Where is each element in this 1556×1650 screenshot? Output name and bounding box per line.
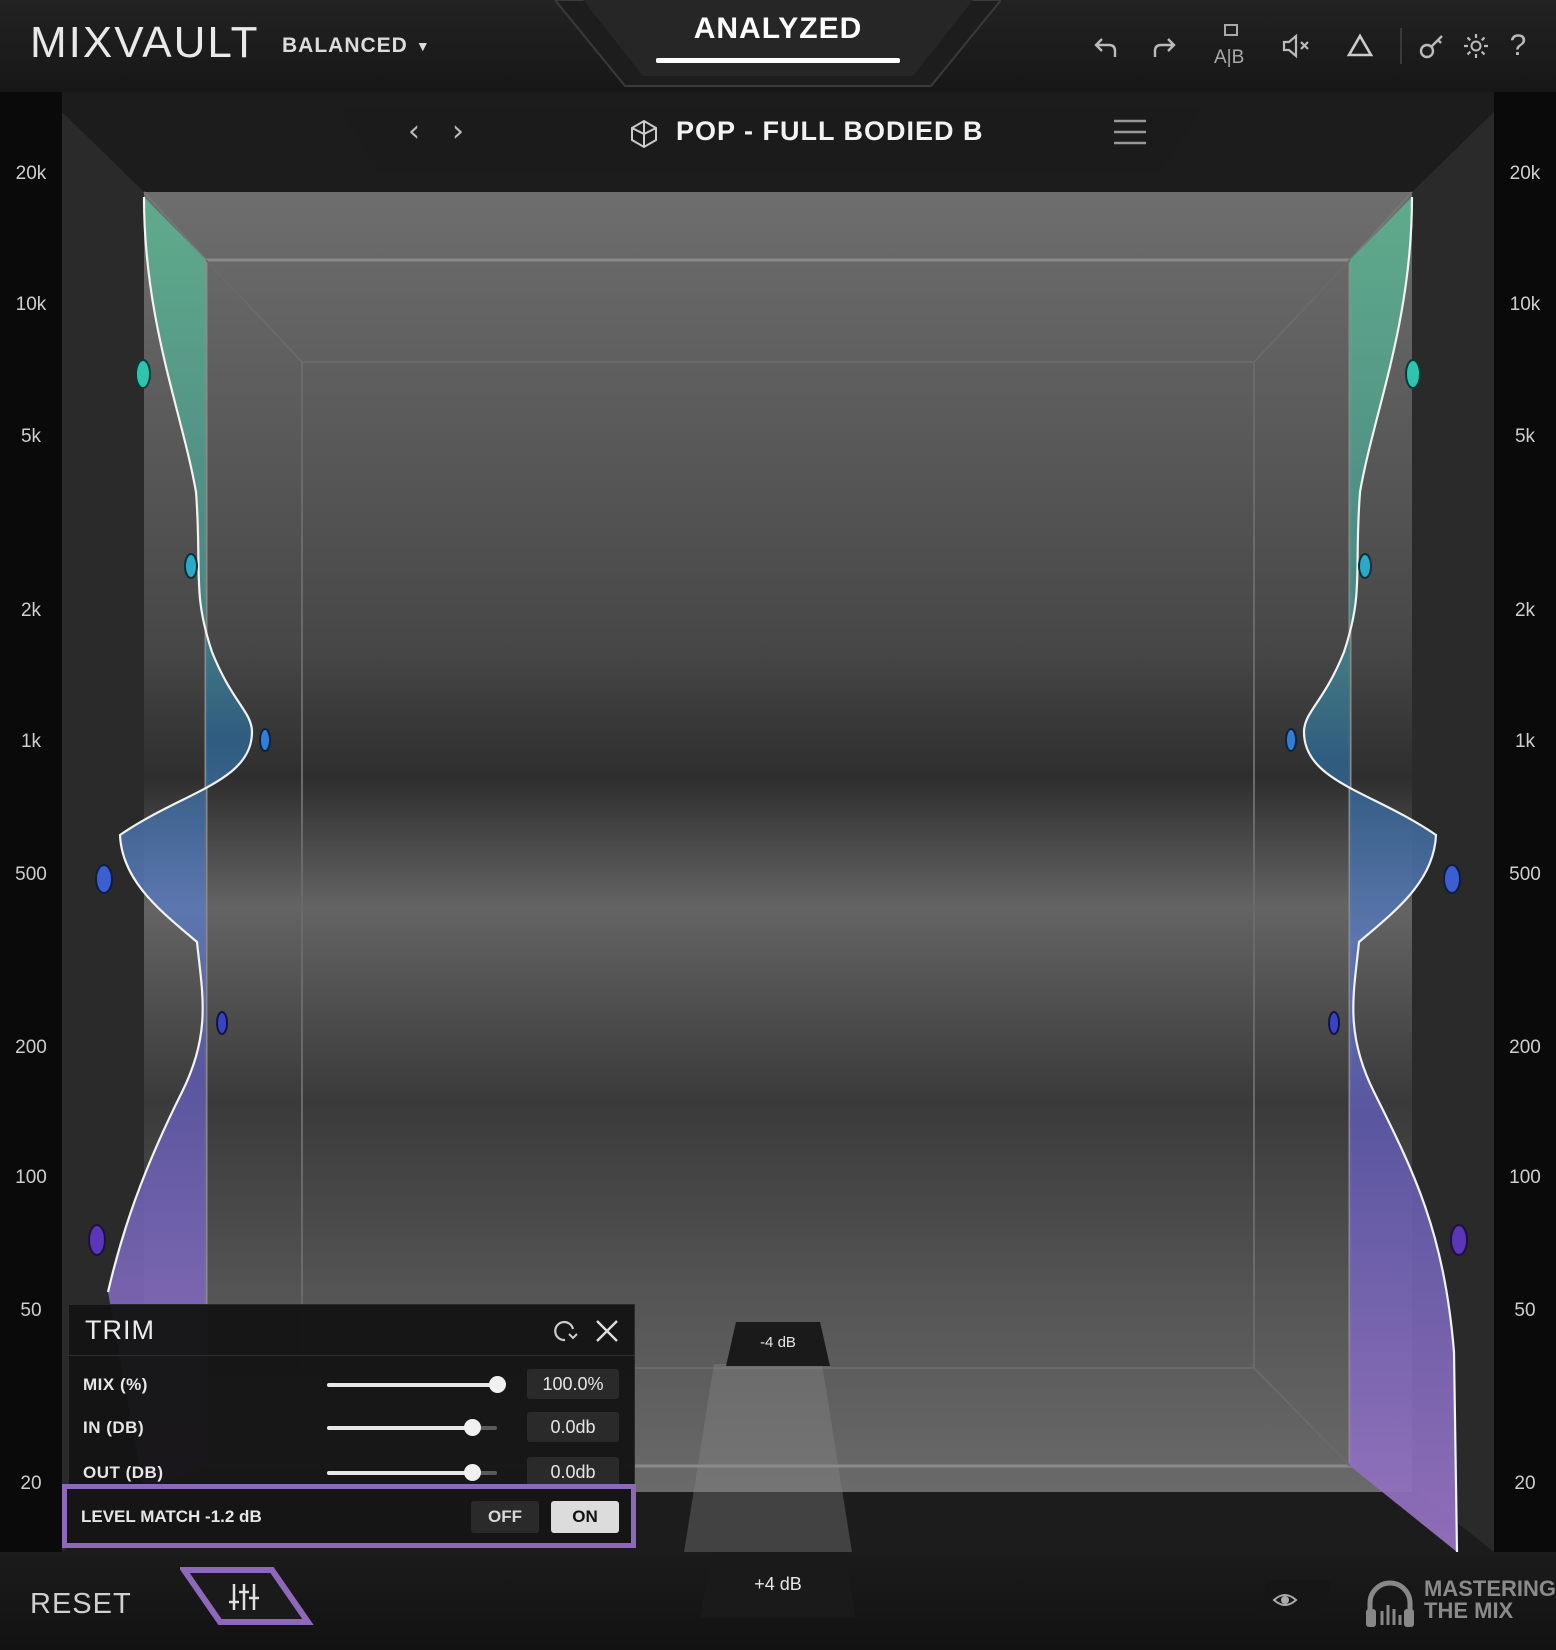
mute-icon[interactable]: [1276, 26, 1316, 66]
freq-tick: 500: [15, 864, 47, 885]
trim-toggle-button[interactable]: [180, 1566, 314, 1626]
brand-line-2: THE MIX: [1424, 1598, 1514, 1623]
freq-tick: 20k: [1509, 163, 1541, 184]
freq-tick: 20: [20, 1473, 42, 1494]
level-match-off-button[interactable]: OFF: [471, 1501, 539, 1533]
cube-icon: [628, 118, 660, 154]
freq-tick: 5k: [1514, 426, 1536, 447]
right-frequency-scale: 20k 10k 5k 2k 1k 500 200 100 50 20: [1494, 92, 1556, 1552]
sliders-icon: [229, 1584, 259, 1610]
status-tab-analyzed[interactable]: ANALYZED: [560, 12, 996, 46]
freq-tick: 1k: [20, 731, 42, 752]
mix-slider-thumb[interactable]: [489, 1376, 506, 1393]
out-label: OUT (DB): [83, 1463, 164, 1482]
trim-reset-icon[interactable]: [551, 1317, 579, 1349]
mix-value[interactable]: 100.0%: [527, 1369, 619, 1399]
freq-tick: 5k: [20, 426, 42, 447]
triangle-icon[interactable]: [1340, 26, 1380, 66]
out-value[interactable]: 0.0db: [527, 1457, 619, 1487]
freq-tick: 500: [1509, 864, 1541, 885]
preset-name[interactable]: POP - FULL BODIED B: [676, 116, 984, 147]
db-marker-bottom[interactable]: +4 dB: [698, 1574, 858, 1595]
reset-button[interactable]: RESET: [30, 1588, 132, 1621]
mode-dropdown-label: BALANCED: [282, 34, 408, 57]
out-slider-fill: [327, 1471, 472, 1475]
level-match-label: LEVEL MATCH -1.2 dB: [81, 1507, 262, 1526]
in-slider[interactable]: [327, 1419, 497, 1436]
brand-logo: [1364, 1575, 1416, 1635]
freq-tick: 200: [15, 1037, 47, 1058]
trim-divider: [69, 1355, 634, 1356]
in-value[interactable]: 0.0db: [527, 1412, 619, 1442]
out-slider[interactable]: [327, 1464, 497, 1481]
brand-line-1: MASTERING: [1424, 1576, 1556, 1601]
mode-dropdown[interactable]: BALANCED ▼: [282, 34, 431, 58]
freq-tick: 20: [1514, 1473, 1536, 1494]
freq-tick: 2k: [20, 600, 42, 621]
freq-tick: 50: [1514, 1300, 1536, 1321]
trim-title: TRIM: [85, 1315, 155, 1345]
trim-panel: TRIM MIX (%) 100.0% IN (DB) 0.0db OUT (D…: [68, 1304, 635, 1492]
key-icon[interactable]: [1412, 26, 1452, 66]
help-icon[interactable]: ?: [1498, 26, 1538, 66]
mix-slider[interactable]: [327, 1376, 506, 1393]
headphones-icon: [1366, 1580, 1414, 1627]
freq-tick: 10k: [1509, 294, 1541, 315]
svg-text:A|B: A|B: [1214, 47, 1244, 67]
left-frequency-scale: 20k 10k 5k 2k 1k 500 200 100 50 20: [0, 92, 62, 1552]
db-marker-top[interactable]: -4 dB: [724, 1334, 832, 1351]
status-tab-underline: [656, 58, 900, 63]
menu-icon[interactable]: [1114, 118, 1146, 150]
brand-text: MASTERING THE MIX: [1424, 1578, 1556, 1622]
redo-icon[interactable]: [1144, 26, 1184, 66]
header-divider: [1400, 28, 1402, 64]
mix-slider-fill: [327, 1383, 497, 1387]
in-label: IN (DB): [83, 1418, 145, 1437]
freq-tick: 50: [20, 1300, 42, 1321]
freq-tick: 100: [15, 1167, 47, 1188]
freq-tick: 200: [1509, 1037, 1541, 1058]
freq-tick: 2k: [1514, 600, 1536, 621]
caret-down-icon: ▼: [415, 38, 431, 54]
freq-tick: 1k: [1514, 731, 1536, 752]
in-slider-fill: [327, 1426, 472, 1430]
mix-label: MIX (%): [83, 1375, 148, 1394]
close-icon[interactable]: [593, 1317, 621, 1349]
ab-compare-icon[interactable]: A|B: [1208, 22, 1254, 68]
freq-tick: 100: [1509, 1167, 1541, 1188]
gear-icon[interactable]: [1456, 26, 1496, 66]
in-slider-thumb[interactable]: [464, 1419, 481, 1436]
level-match-on-button[interactable]: ON: [551, 1501, 619, 1533]
freq-tick: 10k: [15, 294, 47, 315]
visibility-toggle[interactable]: [1254, 1578, 1334, 1622]
prev-preset-icon[interactable]: ‹: [408, 114, 420, 149]
undo-icon[interactable]: [1086, 26, 1126, 66]
out-slider-thumb[interactable]: [464, 1464, 481, 1481]
freq-tick: 20k: [15, 163, 47, 184]
app-logo: MIXVAULT: [30, 18, 260, 67]
next-preset-icon[interactable]: ›: [452, 114, 464, 149]
level-match-row: LEVEL MATCH -1.2 dB OFF ON: [62, 1484, 636, 1548]
